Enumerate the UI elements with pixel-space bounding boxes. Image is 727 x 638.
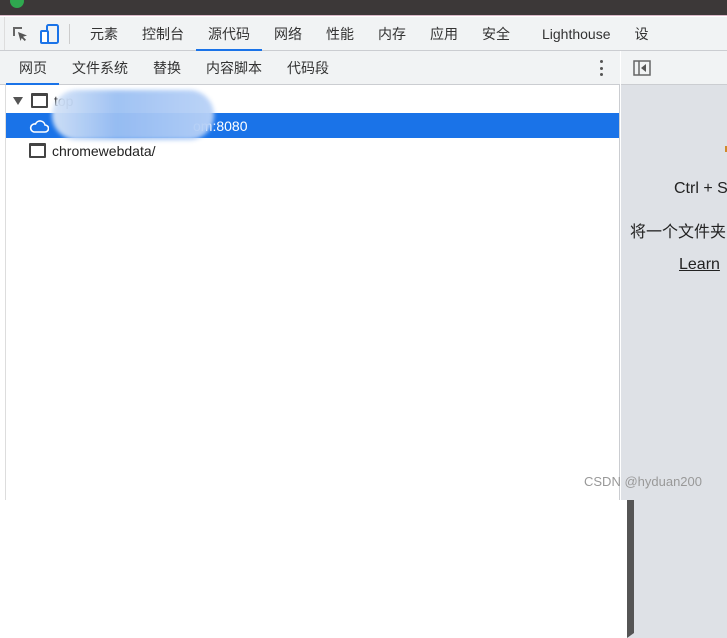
frame-icon	[29, 143, 46, 158]
file-tree: top om:8080 chromewebdata/	[6, 85, 727, 638]
tree-item-chromewebdata[interactable]: chromewebdata/	[6, 138, 727, 638]
inspect-element-icon[interactable]	[5, 17, 35, 51]
tab-network[interactable]: 网络	[262, 17, 314, 51]
divider	[69, 23, 70, 44]
device-toolbar-icon[interactable]	[35, 17, 65, 51]
cloud-icon	[29, 119, 49, 133]
tab-memory[interactable]: 内存	[366, 17, 418, 51]
tab-security[interactable]: 安全	[470, 17, 522, 51]
tree-item-label: chromewebdata/	[52, 142, 156, 159]
sources-navigator-tabs: 网页 文件系统 替换 内容脚本 代码段	[0, 51, 620, 85]
devtools-main-tabs: 元素 控制台 源代码 网络 性能 内存 应用 安全 Lighthouse 设	[0, 17, 727, 51]
toggle-navigator-icon[interactable]	[633, 59, 651, 76]
tab-application[interactable]: 应用	[418, 17, 470, 51]
subtab-snippets[interactable]: 代码段	[274, 51, 341, 85]
tab-elements[interactable]: 元素	[78, 17, 130, 51]
watermark: CSDN @hyduan200	[584, 474, 702, 489]
subtab-content-scripts[interactable]: 内容脚本	[193, 51, 274, 85]
drop-folder-hint: 将一个文件夹	[630, 224, 727, 241]
tab-console[interactable]: 控制台	[130, 17, 196, 51]
frame-icon	[31, 93, 48, 108]
subtab-filesystem[interactable]: 文件系统	[59, 51, 140, 85]
redaction-blur	[52, 90, 214, 140]
subtab-overrides[interactable]: 替换	[140, 51, 193, 85]
editor-header	[621, 51, 727, 85]
app-icon	[10, 0, 24, 8]
tab-sources[interactable]: 源代码	[196, 17, 262, 51]
tab-performance[interactable]: 性能	[314, 17, 366, 51]
editor-placeholder-panel: Ctrl + S 将一个文件夹 Learn	[621, 51, 727, 500]
more-options-icon[interactable]	[592, 59, 610, 77]
shortcut-hint: Ctrl + S	[674, 180, 727, 197]
tab-settings-partial[interactable]: 设	[623, 17, 661, 51]
tab-lighthouse[interactable]: Lighthouse	[522, 17, 623, 51]
learn-more-link[interactable]: Learn	[679, 256, 720, 274]
subtab-page[interactable]: 网页	[6, 51, 59, 85]
window-title-bar	[0, 0, 727, 16]
expand-down-icon[interactable]	[13, 96, 23, 105]
